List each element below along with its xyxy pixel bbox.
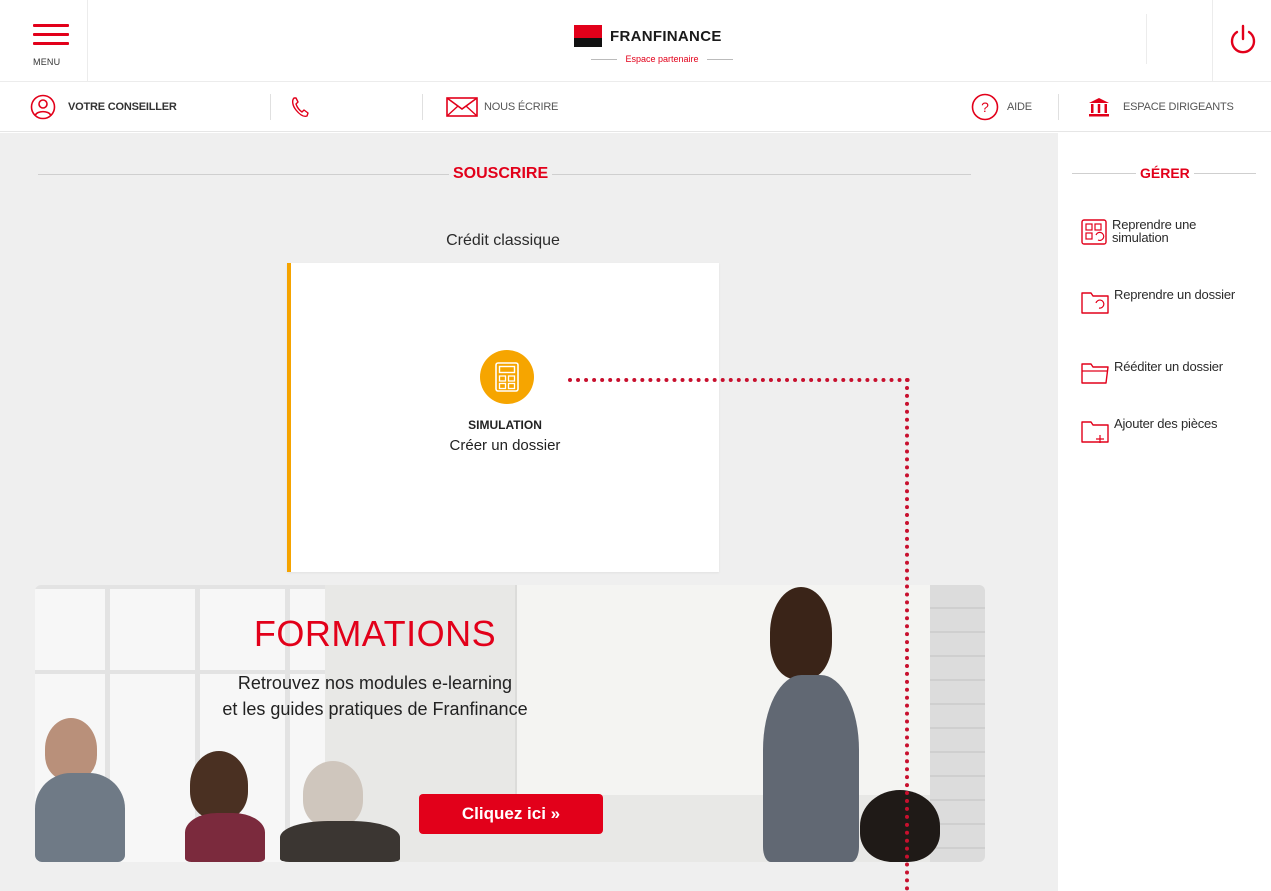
audience-person: [303, 761, 363, 827]
sidebar-item-reprendre-simulation[interactable]: Reprendre une simulation: [1080, 218, 1252, 246]
audience-person: [860, 790, 940, 862]
folder-resume-icon: [1081, 292, 1109, 314]
sidebar-item-ajouter-pieces[interactable]: Ajouter des pièces: [1080, 417, 1254, 445]
brand-logo[interactable]: FRANFINANCE Espace partenaire: [574, 22, 764, 70]
nav-directors-label: ESPACE DIRIGEANTS: [1123, 101, 1234, 113]
secondary-nav: VOTRE CONSEILLER NOUS ÉCRIRE ? AIDE ESPA…: [0, 82, 1271, 132]
bank-icon: [1089, 98, 1109, 117]
nav-help-label: AIDE: [1007, 101, 1032, 113]
audience-person: [45, 718, 97, 780]
brand-subtitle: Espace partenaire: [574, 54, 750, 64]
card-title: SIMULATION: [468, 418, 542, 432]
simulation-card[interactable]: SIMULATION Créer un dossier: [287, 263, 719, 572]
divider: [1146, 14, 1147, 64]
brand-name: FRANFINANCE: [610, 28, 722, 45]
banner-line-1: Retrouvez nos modules e-learning: [237, 673, 513, 693]
banner-line-2: et les guides pratiques de Franfinance: [222, 699, 528, 719]
envelope-icon: [446, 97, 478, 117]
menu-label: MENU: [33, 57, 61, 67]
simulation-icon: [1081, 219, 1107, 245]
nav-advisor-label: VOTRE CONSEILLER: [68, 101, 177, 113]
formations-banner[interactable]: FORMATIONS Retrouvez nos modules e-learn…: [35, 585, 985, 862]
sidebar-gerer: [1058, 133, 1271, 891]
power-icon: [1230, 24, 1256, 54]
section-title: SOUSCRIRE: [453, 165, 549, 182]
presenter: [770, 587, 832, 679]
calculator-icon: [480, 350, 534, 404]
banner-title: FORMATIONS: [253, 613, 497, 654]
cliquez-ici-button[interactable]: Cliquez ici »: [419, 794, 603, 834]
audience-person: [185, 813, 265, 862]
audience-person: [35, 773, 125, 862]
card-subtitle: Créer un dossier: [449, 437, 561, 454]
divider: [270, 94, 271, 120]
nav-directors[interactable]: ESPACE DIRIGEANTS: [1087, 82, 1234, 132]
divider: [422, 94, 423, 120]
credit-label: Crédit classique: [446, 232, 560, 249]
sidebar-item-label: Rééditer un dossier: [1114, 359, 1223, 374]
section-souscrire: SOUSCRIRE: [38, 165, 972, 183]
nav-help[interactable]: ? AIDE: [971, 82, 1032, 132]
nav-write[interactable]: NOUS ÉCRIRE: [446, 82, 558, 132]
phone-icon: [291, 97, 309, 117]
menu-button[interactable]: MENU: [0, 0, 88, 82]
logout-button[interactable]: [1212, 0, 1271, 82]
audience-person: [190, 751, 248, 819]
svg-text:?: ?: [981, 99, 989, 115]
user-icon: [30, 94, 56, 120]
nav-write-label: NOUS ÉCRIRE: [484, 101, 559, 113]
divider: [1058, 94, 1059, 120]
sidebar-item-reediter-dossier[interactable]: Rééditer un dossier: [1080, 360, 1254, 386]
hamburger-icon: [33, 24, 69, 51]
annotation-line: [905, 378, 909, 891]
folder-add-icon: [1081, 421, 1109, 443]
nav-advisor[interactable]: VOTRE CONSEILLER: [30, 82, 177, 132]
sidebar-item-label: Ajouter des pièces: [1114, 416, 1218, 431]
sidebar-item-label: Reprendre une simulation: [1112, 217, 1197, 245]
sidebar-item-label: Reprendre un dossier: [1114, 287, 1236, 302]
sidebar-item-reprendre-dossier[interactable]: Reprendre un dossier: [1080, 288, 1254, 316]
nav-phone[interactable]: [290, 82, 310, 132]
brand-mark-icon: [574, 25, 602, 47]
presenter: [763, 675, 859, 862]
folder-edit-icon: [1081, 363, 1109, 384]
section-gerer: GÉRER: [1072, 165, 1256, 181]
audience-person: [280, 821, 400, 862]
section-title: GÉRER: [1140, 165, 1190, 181]
annotation-line: [568, 378, 910, 382]
top-bar: MENU FRANFINANCE Espace partenaire: [0, 0, 1271, 82]
help-icon: ?: [971, 93, 999, 121]
